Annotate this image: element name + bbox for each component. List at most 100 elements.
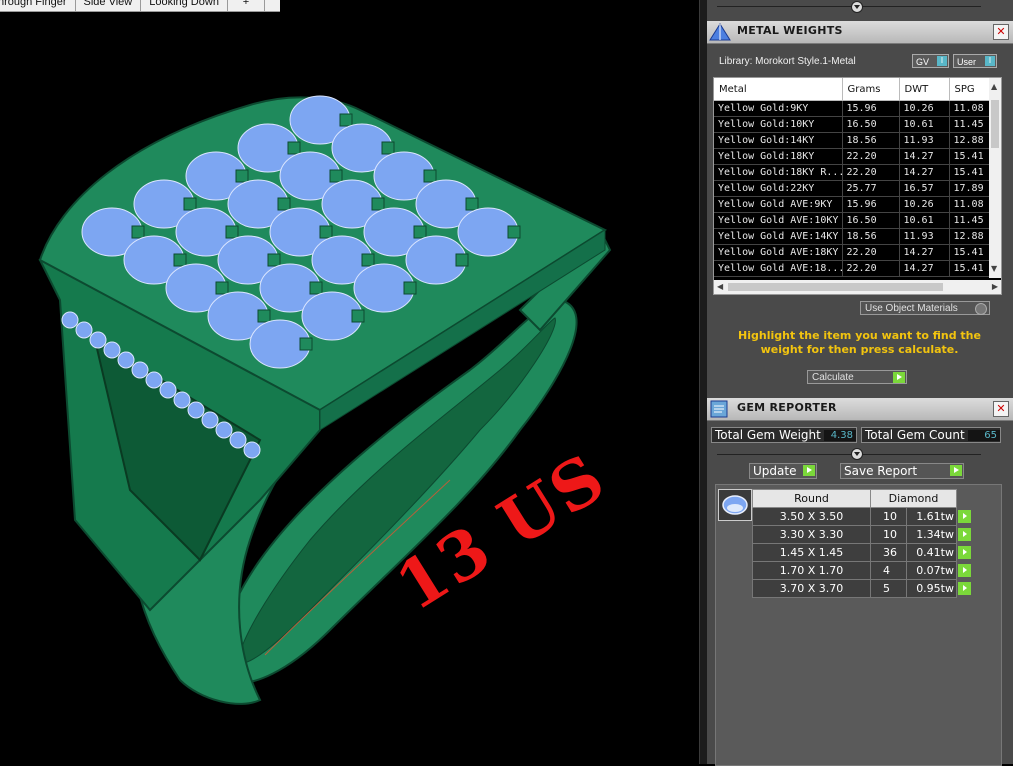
use-object-materials-toggle[interactable]: Use Object Materials	[860, 301, 990, 315]
grams-cell: 15.96	[842, 196, 900, 213]
save-report-label: Save Report	[844, 464, 918, 478]
table-row[interactable]: Yellow Gold:10KY 16.50 10.61 11.45	[714, 116, 990, 133]
column-header-dwt[interactable]: DWT	[899, 78, 950, 101]
close-icon[interactable]: ✕	[993, 401, 1009, 417]
list-item[interactable]: 1.70 X 1.70 4 0.07tw	[752, 561, 973, 580]
gem-size-cell: 3.70 X 3.70	[752, 579, 871, 598]
table-row[interactable]: Yellow Gold:9KY 15.96 10.26 11.08	[714, 100, 990, 117]
gv-toggle[interactable]: GV I	[912, 54, 949, 68]
table-row[interactable]: Yellow Gold AVE:18... 22.20 14.27 15.41	[714, 260, 990, 277]
select-gem-button[interactable]	[958, 510, 971, 523]
grams-cell: 22.20	[842, 260, 900, 277]
gem-prong	[403, 281, 417, 295]
horizontal-scrollbar[interactable]: ◀ ▶	[714, 280, 1001, 294]
gem-prong	[235, 169, 249, 183]
gem-prong	[339, 113, 353, 127]
radio-icon	[975, 303, 987, 315]
collapse-handle-top[interactable]	[851, 1, 863, 13]
pave-stone	[117, 351, 135, 369]
total-gem-weight-label: Total Gem Weight	[715, 428, 821, 442]
list-item[interactable]: 1.45 X 1.45 36 0.41tw	[752, 543, 973, 562]
pave-stone	[215, 421, 233, 439]
select-gem-button[interactable]	[958, 564, 971, 577]
table-row[interactable]: Yellow Gold AVE:18KY 22.20 14.27 15.41	[714, 244, 990, 261]
round-gem-thumbnail[interactable]	[718, 489, 752, 521]
pave-stone	[187, 401, 205, 419]
grams-cell: 15.96	[842, 100, 900, 117]
table-row[interactable]: Yellow Gold:18KY 22.20 14.27 15.41	[714, 148, 990, 165]
list-item[interactable]: 3.30 X 3.30 10 1.34tw	[752, 525, 973, 544]
gem-size-cell: 1.45 X 1.45	[752, 543, 871, 562]
calculate-hint: Highlight the item you want to find the …	[738, 329, 981, 356]
calculate-button[interactable]: Calculate	[807, 370, 907, 384]
list-item[interactable]: 3.70 X 3.70 5 0.95tw	[752, 579, 973, 598]
metal-name-cell: Yellow Gold AVE:18KY	[714, 244, 843, 261]
gem-prong	[413, 225, 427, 239]
spg-cell: 12.88	[949, 132, 990, 149]
gem-reporter-header: GEM REPORTER ✕	[707, 398, 1013, 421]
gem-weight-cell: 0.07tw	[906, 561, 957, 580]
table-row[interactable]: Yellow Gold:18KY R... 22.20 14.27 15.41	[714, 164, 990, 181]
gem-table: Round Diamond 3.50 X 3.50 10 1.61tw 3.30 X …	[752, 489, 973, 598]
gem-prong	[319, 225, 333, 239]
dwt-cell: 14.27	[899, 164, 950, 181]
column-header-metal[interactable]: Metal	[714, 78, 843, 101]
gem-weight-cell: 1.61tw	[906, 507, 957, 526]
shape-header: Round	[752, 489, 871, 508]
dwt-cell: 11.93	[899, 132, 950, 149]
grams-cell: 22.20	[842, 148, 900, 165]
scroll-up-icon[interactable]: ▲	[991, 82, 997, 92]
gem-size-cell: 1.70 X 1.70	[752, 561, 871, 580]
gem-count-cell: 36	[870, 543, 907, 562]
update-button[interactable]: Update	[749, 463, 817, 479]
collapse-handle-gem[interactable]	[851, 448, 863, 460]
vertical-scrollbar[interactable]: ▲ ▼	[989, 78, 1001, 278]
pave-stone	[173, 391, 191, 409]
right-panel: METAL WEIGHTS ✕ Library: Morokort Style.…	[707, 0, 1013, 766]
table-row[interactable]: Yellow Gold:14KY 18.56 11.93 12.88	[714, 132, 990, 149]
scale-icon	[709, 23, 731, 41]
scroll-left-icon[interactable]: ◀	[717, 282, 723, 292]
use-object-materials-label: Use Object Materials	[865, 303, 958, 314]
gem-prong	[455, 253, 469, 267]
close-icon[interactable]: ✕	[993, 24, 1009, 40]
select-gem-button[interactable]	[958, 528, 971, 541]
metal-name-cell: Yellow Gold:14KY	[714, 132, 843, 149]
table-row[interactable]: Yellow Gold AVE:14KY 18.56 11.93 12.88	[714, 228, 990, 245]
dwt-cell: 10.61	[899, 116, 950, 133]
user-toggle-label: User	[957, 57, 977, 67]
table-row[interactable]: Yellow Gold AVE:10KY 16.50 10.61 11.45	[714, 212, 990, 229]
metal-name-cell: Yellow Gold AVE:9KY	[714, 196, 843, 213]
save-report-button[interactable]: Save Report	[840, 463, 964, 479]
select-gem-button[interactable]	[958, 582, 971, 595]
scroll-down-icon[interactable]: ▼	[991, 264, 997, 274]
scroll-right-icon[interactable]: ▶	[992, 282, 998, 292]
ring-model[interactable]	[0, 0, 699, 764]
spg-cell: 17.89	[949, 180, 990, 197]
column-header-grams[interactable]: Grams	[842, 78, 900, 101]
pave-stone	[75, 321, 93, 339]
dwt-cell: 14.27	[899, 244, 950, 261]
grams-cell: 16.50	[842, 116, 900, 133]
table-row[interactable]: Yellow Gold:22KY 25.77 16.57 17.89	[714, 180, 990, 197]
metal-name-cell: Yellow Gold AVE:18...	[714, 260, 843, 277]
list-item[interactable]: 3.50 X 3.50 10 1.61tw	[752, 507, 973, 526]
dwt-cell: 11.93	[899, 228, 950, 245]
gem-weight-cell: 0.41tw	[906, 543, 957, 562]
scroll-thumb[interactable]	[991, 100, 999, 148]
update-label: Update	[753, 464, 797, 478]
spg-cell: 11.08	[949, 100, 990, 117]
user-toggle-indicator: I	[985, 56, 995, 66]
metal-weights-table[interactable]: Metal Grams DWT SPG Yellow Gold:9KY 15.96…	[713, 77, 1002, 295]
column-header-spg[interactable]: SPG	[949, 78, 990, 101]
gem-prong	[131, 225, 145, 239]
table-row[interactable]: Yellow Gold AVE:9KY 15.96 10.26 11.08	[714, 196, 990, 213]
pave-stone	[145, 371, 163, 389]
calculate-label: Calculate	[812, 372, 854, 383]
select-gem-button[interactable]	[958, 546, 971, 559]
pave-stone	[159, 381, 177, 399]
3d-viewport[interactable]: hrough Finger Side View Looking Down + 1…	[0, 0, 699, 764]
user-toggle[interactable]: User I	[953, 54, 997, 68]
total-gem-weight: Total Gem Weight 4.38	[711, 427, 857, 443]
scroll-thumb-horizontal[interactable]	[728, 283, 943, 291]
